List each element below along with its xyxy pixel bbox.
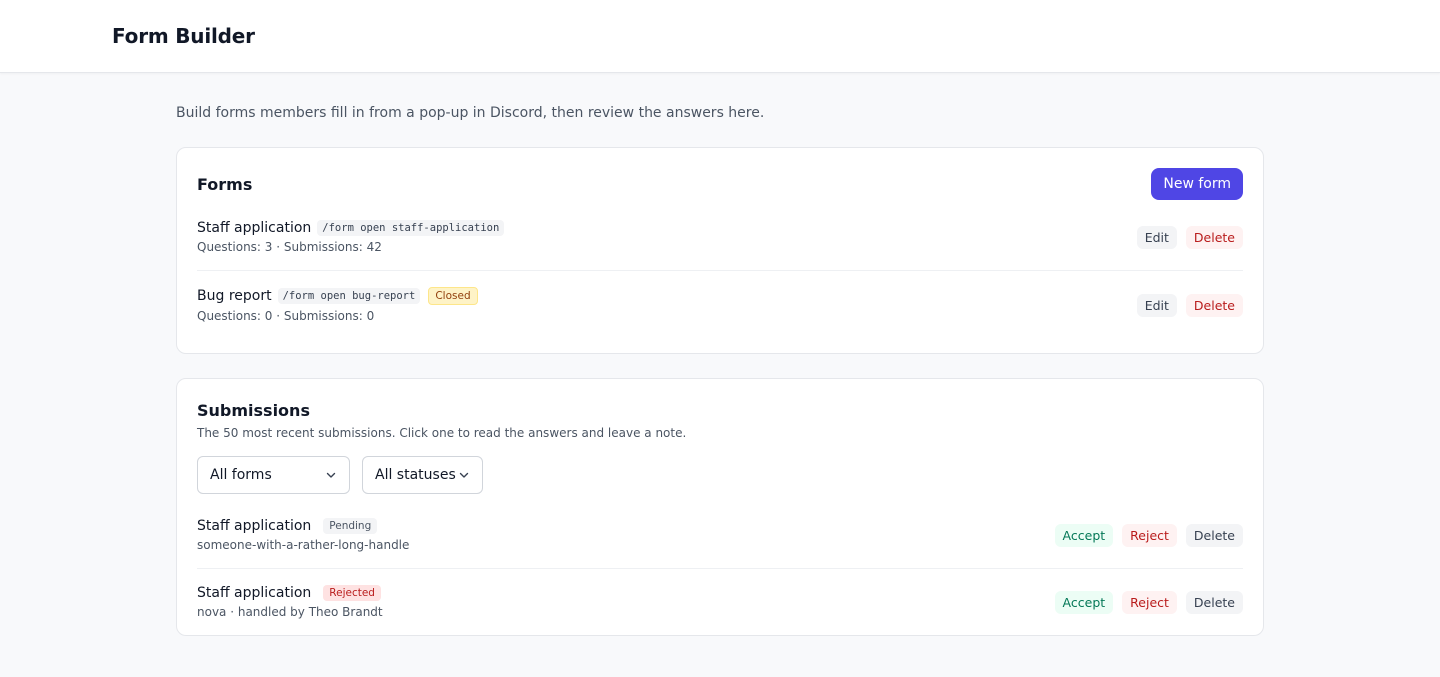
form-row-bug-report[interactable]: Bug report /form open bug-report Closed … [197,271,1243,339]
accept-button[interactable]: Accept [1054,590,1114,614]
form-name: Bug report [197,288,272,304]
form-meta: Questions: 3 · Submissions: 42 [197,240,382,254]
status-filter-value: All statuses [375,467,456,483]
form-row-info: Staff application /form open staff-appli… [197,220,505,254]
form-actions: Edit Delete [1136,225,1243,249]
submission-filters: All forms All statuses [197,456,1243,494]
forms-title: Forms [197,174,253,194]
app-title: Form Builder [112,24,255,48]
form-row-staff-application[interactable]: Staff application /form open staff-appli… [197,204,1243,271]
submissions-title: Submissions [197,401,310,420]
delete-form-button[interactable]: Delete [1185,225,1243,249]
form-meta: Questions: 0 · Submissions: 0 [197,309,375,323]
main-content: Build forms members fill in from a pop-u… [176,73,1264,636]
forms-header: Forms New form [197,168,1243,200]
edit-form-button[interactable]: Edit [1136,293,1177,317]
intro-text: Build forms members fill in from a pop-u… [176,105,765,121]
submissions-list: Staff application Pending someone-with-a… [197,502,1243,635]
form-name: Staff application [197,220,312,236]
submission-actions: Accept Reject Delete [1054,590,1243,614]
submission-meta: someone-with-a-rather-long-handle [197,538,410,552]
form-filter-value: All forms [210,467,272,483]
submission-info: Staff application Pending someone-with-a… [197,518,409,552]
delete-submission-button[interactable]: Delete [1185,523,1243,547]
submission-row[interactable]: Staff application Rejected nova · handle… [197,569,1243,635]
new-form-button[interactable]: New form [1151,168,1243,200]
delete-form-button[interactable]: Delete [1185,293,1243,317]
form-command: /form open staff-application [317,220,505,236]
status-filter-select[interactable]: All statuses [362,456,483,494]
closed-status-badge: Closed [428,287,478,305]
submission-meta: nova · handled by Theo Brandt [197,605,383,619]
reject-button[interactable]: Reject [1122,590,1177,614]
submission-form-name: Staff application [197,585,312,601]
top-bar: Form Builder [0,0,1440,73]
form-filter-select[interactable]: All forms [197,456,350,494]
submission-form-name: Staff application [197,518,312,534]
edit-form-button[interactable]: Edit [1136,225,1177,249]
rejected-status-badge: Rejected [323,585,381,601]
accept-button[interactable]: Accept [1054,523,1114,547]
form-command: /form open bug-report [277,288,421,304]
submission-actions: Accept Reject Delete [1054,523,1243,547]
delete-submission-button[interactable]: Delete [1185,590,1243,614]
chevron-down-icon [459,472,469,478]
submissions-card: Submissions The 50 most recent submissio… [176,378,1264,636]
reject-button[interactable]: Reject [1122,523,1177,547]
form-actions: Edit Delete [1136,293,1243,317]
pending-status-badge: Pending [323,518,378,534]
chevron-down-icon [326,472,336,478]
form-row-info: Bug report /form open bug-report Closed … [197,287,478,323]
submissions-description: The 50 most recent submissions. Click on… [197,426,687,440]
submission-row[interactable]: Staff application Pending someone-with-a… [197,502,1243,569]
forms-card: Forms New form Staff application /form o… [176,147,1264,354]
submission-info: Staff application Rejected nova · handle… [197,585,383,619]
forms-list: Staff application /form open staff-appli… [197,204,1243,353]
